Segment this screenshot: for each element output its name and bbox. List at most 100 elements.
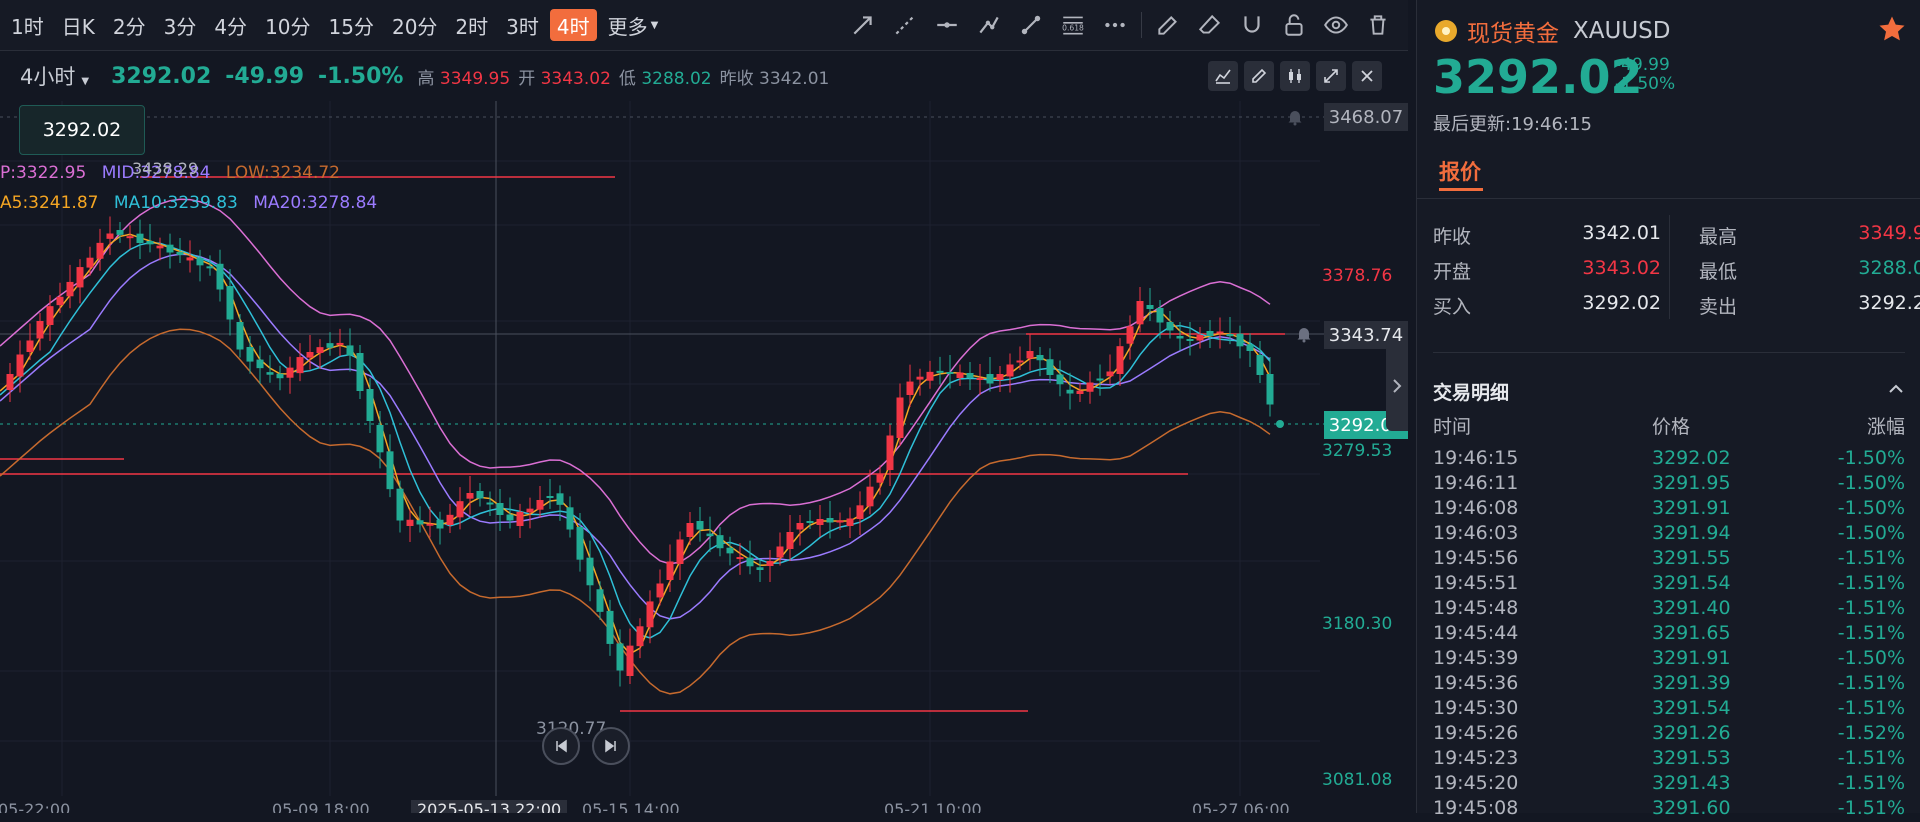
candle-body	[356, 353, 364, 391]
magnet-icon[interactable]	[1236, 9, 1268, 41]
expand-panel-handle[interactable]	[1386, 341, 1408, 431]
candle-type-icon[interactable]	[1280, 61, 1310, 91]
trade-time: 19:45:48	[1433, 597, 1519, 619]
fullscreen-icon[interactable]	[1316, 61, 1346, 91]
chevron-up-icon[interactable]	[1885, 378, 1907, 400]
time-label: 05-21 10:00	[884, 800, 982, 813]
candle-body	[256, 359, 264, 369]
trade-change: -1.51%	[1837, 747, 1905, 769]
candle-body	[766, 561, 774, 566]
candle-body	[836, 520, 844, 523]
trade-change: -1.50%	[1837, 472, 1905, 494]
candle-body	[506, 514, 514, 521]
timeframe-tab[interactable]: 4分	[207, 9, 254, 41]
timeframe-toolbar: 1时 日K 2分 3分 4分 10分 15分 20分 2时 3时 4时 更多 ▼ 0.618	[0, 0, 1408, 51]
trash-icon[interactable]	[1362, 9, 1394, 41]
timeframe-tab[interactable]: 2时	[448, 9, 495, 41]
eraser-icon[interactable]	[1194, 9, 1226, 41]
scroll-end-button[interactable]	[592, 727, 630, 765]
timeframe-tab[interactable]: 10分	[258, 9, 317, 41]
trend-line-icon[interactable]	[973, 9, 1005, 41]
candle-body	[316, 347, 324, 353]
axis-label-3081: 3081.08	[1322, 770, 1393, 790]
timeframe-tab[interactable]: 1时	[4, 9, 51, 41]
candle-body	[116, 230, 124, 235]
candle-body	[86, 257, 94, 268]
candle-body	[196, 257, 204, 266]
candle-body	[166, 244, 174, 253]
edit-icon[interactable]	[1152, 9, 1184, 41]
segment-icon[interactable]	[1015, 9, 1047, 41]
quote-label: 卖出	[1699, 296, 1738, 318]
timeframe-tab[interactable]: 20分	[385, 9, 444, 41]
trade-time: 19:45:56	[1433, 547, 1519, 569]
timeframe-tab[interactable]: 日K	[55, 9, 102, 41]
timeframe-tab[interactable]: 4时	[549, 9, 597, 41]
trade-price: 3291.39	[1652, 672, 1731, 694]
interval-selector[interactable]: 4小时 ▼	[20, 61, 89, 91]
candle-body	[226, 286, 234, 320]
candle-body	[926, 371, 934, 381]
scroll-start-button[interactable]	[542, 727, 580, 765]
trade-row: 19:45:51 3291.54 -1.51%	[1433, 572, 1905, 597]
timeframe-tab[interactable]: 3时	[499, 9, 546, 41]
candle-body	[56, 296, 64, 306]
arrow-tool-icon[interactable]	[847, 9, 879, 41]
timeframe-tab[interactable]: 2分	[106, 9, 153, 41]
candle-body	[396, 488, 404, 521]
candlestick-chart[interactable]: 4小时 ▼ 3292.02 -49.99 -1.50% 高 3349.95 开 3…	[0, 51, 1408, 813]
candle-body	[896, 397, 904, 438]
trade-row: 19:46:11 3291.95 -1.50%	[1433, 472, 1905, 497]
timeframe-tab[interactable]: 3分	[157, 9, 204, 41]
fibonacci-icon[interactable]: 0.618	[1057, 9, 1089, 41]
candle-body	[576, 527, 584, 560]
candle-body	[436, 519, 444, 529]
timeframe-tab[interactable]: 15分	[322, 9, 381, 41]
candle-body	[1106, 371, 1114, 377]
open-label: 开	[518, 68, 536, 89]
candle-body	[6, 374, 14, 390]
candle-body	[956, 372, 964, 378]
candle-body	[746, 557, 754, 567]
tab-quote[interactable]: 报价	[1439, 156, 1481, 186]
candle-body	[526, 508, 534, 513]
candle-body	[426, 523, 434, 526]
trade-price: 3291.40	[1652, 597, 1731, 619]
candle-body	[806, 521, 814, 523]
candle-body	[156, 245, 164, 249]
indicator-icon[interactable]	[1208, 61, 1238, 91]
draw-icon[interactable]	[1244, 61, 1274, 91]
trade-time: 19:45:23	[1433, 747, 1519, 769]
candle-body	[416, 520, 424, 525]
trade-price: 3291.94	[1652, 522, 1731, 544]
candle-body	[1076, 390, 1084, 394]
candle-body	[1066, 389, 1074, 394]
tab-indicator	[1439, 188, 1483, 191]
alert-bell-icon[interactable]	[1293, 323, 1315, 345]
candle-body	[776, 546, 784, 558]
quote-label: 最低	[1699, 261, 1738, 283]
ray-tool-icon[interactable]	[889, 9, 921, 41]
candle-body	[1126, 326, 1134, 344]
quote-label: 买入	[1433, 296, 1472, 318]
alert-bell-icon[interactable]	[1284, 106, 1306, 128]
candle-body	[1156, 308, 1164, 323]
lock-icon[interactable]	[1278, 9, 1310, 41]
eye-icon[interactable]	[1320, 9, 1352, 41]
quote-label: 最高	[1699, 226, 1738, 248]
close-icon[interactable]	[1352, 61, 1382, 91]
candle-body	[46, 306, 54, 325]
candle-body	[916, 376, 924, 380]
horizontal-line-icon[interactable]	[931, 9, 963, 41]
candle-body	[456, 501, 464, 518]
divider	[1417, 198, 1920, 199]
candle-body	[1186, 339, 1194, 341]
more-timeframes-dropdown[interactable]: 更多 ▼	[601, 9, 666, 41]
candle-body	[406, 519, 414, 526]
price-change-pct: -1.50%	[318, 63, 404, 89]
more-tools-icon[interactable]	[1099, 9, 1131, 41]
trade-price: 3291.54	[1652, 572, 1731, 594]
favorite-star-icon[interactable]	[1877, 14, 1907, 44]
chart-controls	[1202, 61, 1382, 91]
candle-body	[846, 518, 854, 526]
